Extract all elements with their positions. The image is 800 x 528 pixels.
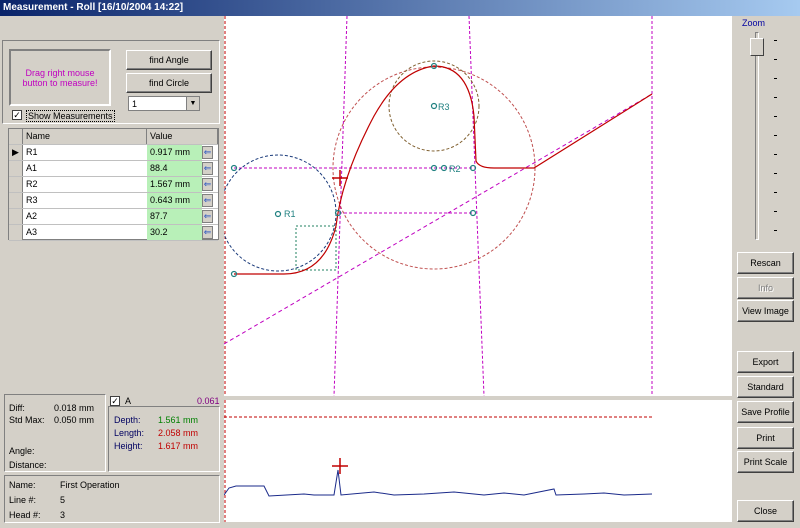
profile-view[interactable] (223, 400, 732, 522)
guide-line (468, 15, 485, 397)
row-selector (9, 225, 23, 240)
zoom-slider-thumb[interactable] (750, 38, 764, 56)
arrow-left-icon[interactable]: ⇐ (202, 178, 213, 191)
row-value[interactable]: 30.2 (147, 225, 202, 240)
r1-label: R1 (284, 209, 296, 219)
window-title: Measurement - Roll [16/10/2004 14:22] (0, 0, 800, 16)
circle-count-select[interactable]: 1 ▼ (128, 96, 200, 111)
measurement-window: Measurement - Roll [16/10/2004 14:22] Dr… (0, 0, 800, 528)
a-value: 0.061 (197, 396, 220, 406)
row-name: A3 (26, 227, 38, 237)
row-name: R3 (26, 195, 38, 205)
save-profile-button[interactable]: Save Profile (737, 401, 794, 423)
angle-line (223, 93, 653, 345)
show-measurements-checkbox[interactable]: ✓ (12, 110, 22, 120)
diff-value: 0.018 mm (54, 403, 95, 413)
row-name: A2 (26, 211, 38, 221)
measurement-view[interactable]: R1 R2 R3 (219, 15, 732, 397)
stdmax-value: 0.050 mm (54, 415, 95, 425)
depth-value: 1.561 mm (158, 415, 199, 425)
row-name: R1 (26, 147, 38, 157)
measurement-table: Name Value ▶ R1 0.917 mm ⇐ A1 88.4 ⇐ R2 … (8, 128, 219, 241)
cursor-cross-icon (332, 458, 348, 474)
a-checkbox[interactable]: ✓ (110, 396, 120, 406)
table-row[interactable]: A3 30.2 ⇐ (9, 225, 218, 241)
arrow-left-icon[interactable]: ⇐ (202, 194, 213, 207)
show-measurements-label: Show Measurements (26, 110, 115, 122)
zoom-slider-track[interactable] (755, 32, 759, 240)
print-scale-button[interactable]: Print Scale (737, 451, 794, 473)
row-name: A1 (26, 163, 38, 173)
standard-button[interactable]: Standard (737, 376, 794, 398)
depth-label: Depth: (114, 415, 141, 425)
zoom-ticks (774, 40, 777, 240)
header-blank (9, 129, 23, 144)
profile-canvas (223, 400, 653, 522)
length-value: 2.058 mm (158, 428, 199, 438)
point-markers (230, 62, 477, 278)
table-row[interactable]: R2 1.567 mm ⇐ (9, 177, 218, 193)
height-value: 1.617 mm (158, 441, 199, 451)
header-name: Name (23, 129, 147, 144)
print-button[interactable]: Print (737, 427, 794, 449)
row-selector (9, 161, 23, 176)
rescan-button[interactable]: Rescan (737, 252, 794, 274)
head-label: Head #: (9, 510, 41, 520)
row-value[interactable]: 88.4 (147, 161, 202, 176)
info-button[interactable]: Info (737, 277, 794, 299)
table-header: Name Value (9, 129, 218, 145)
arrow-left-icon[interactable]: ⇐ (202, 146, 213, 159)
circle-count-value: 1 (132, 99, 138, 109)
stdmax-label: Std Max: (9, 415, 45, 425)
a-label: A (125, 396, 132, 406)
diff-label: Diff: (9, 403, 25, 413)
row-value[interactable]: 0.917 mm (147, 145, 202, 160)
circle-r3 (388, 60, 480, 152)
arrow-left-icon[interactable]: ⇐ (202, 210, 213, 223)
geometry-canvas (219, 15, 653, 397)
name-label: Name: (9, 480, 36, 490)
zoom-label: Zoom (742, 18, 766, 28)
export-button[interactable]: Export (737, 351, 794, 373)
angle-label: Angle: (9, 446, 35, 456)
profile-trace (223, 469, 653, 497)
view-image-button[interactable]: View Image (737, 300, 794, 322)
line-label: Line #: (9, 495, 37, 505)
table-row[interactable]: A1 88.4 ⇐ (9, 161, 218, 177)
arrow-left-icon[interactable]: ⇐ (202, 226, 213, 239)
row-selector (9, 177, 23, 192)
row-name: R2 (26, 179, 38, 189)
height-label: Height: (114, 441, 143, 451)
chevron-down-icon[interactable]: ▼ (186, 97, 199, 110)
close-button[interactable]: Close (737, 500, 794, 522)
name-value: First Operation (60, 480, 120, 490)
row-selector (9, 193, 23, 208)
row-selector (9, 209, 23, 224)
table-row[interactable]: ▶ R1 0.917 mm ⇐ (9, 145, 218, 161)
r3-label: R3 (438, 102, 450, 112)
find-angle-button[interactable]: find Angle (126, 50, 212, 70)
line-value: 5 (60, 495, 66, 505)
find-circle-button[interactable]: find Circle (126, 73, 212, 93)
row-pointer-icon: ▶ (9, 145, 23, 160)
row-value[interactable]: 87.7 (147, 209, 202, 224)
header-value: Value (147, 129, 218, 144)
r2-label: R2 (449, 164, 461, 174)
head-value: 3 (60, 510, 66, 520)
row-value[interactable]: 0.643 mm (147, 193, 202, 208)
row-value[interactable]: 1.567 mm (147, 177, 202, 192)
length-label: Length: (114, 428, 145, 438)
drag-measure-hint: Drag right mouse button to measure! (9, 49, 111, 106)
table-row[interactable]: R3 0.643 mm ⇐ (9, 193, 218, 209)
distance-label: Distance: (9, 460, 47, 470)
arrow-left-icon[interactable]: ⇐ (202, 162, 213, 175)
table-row[interactable]: A2 87.7 ⇐ (9, 209, 218, 225)
